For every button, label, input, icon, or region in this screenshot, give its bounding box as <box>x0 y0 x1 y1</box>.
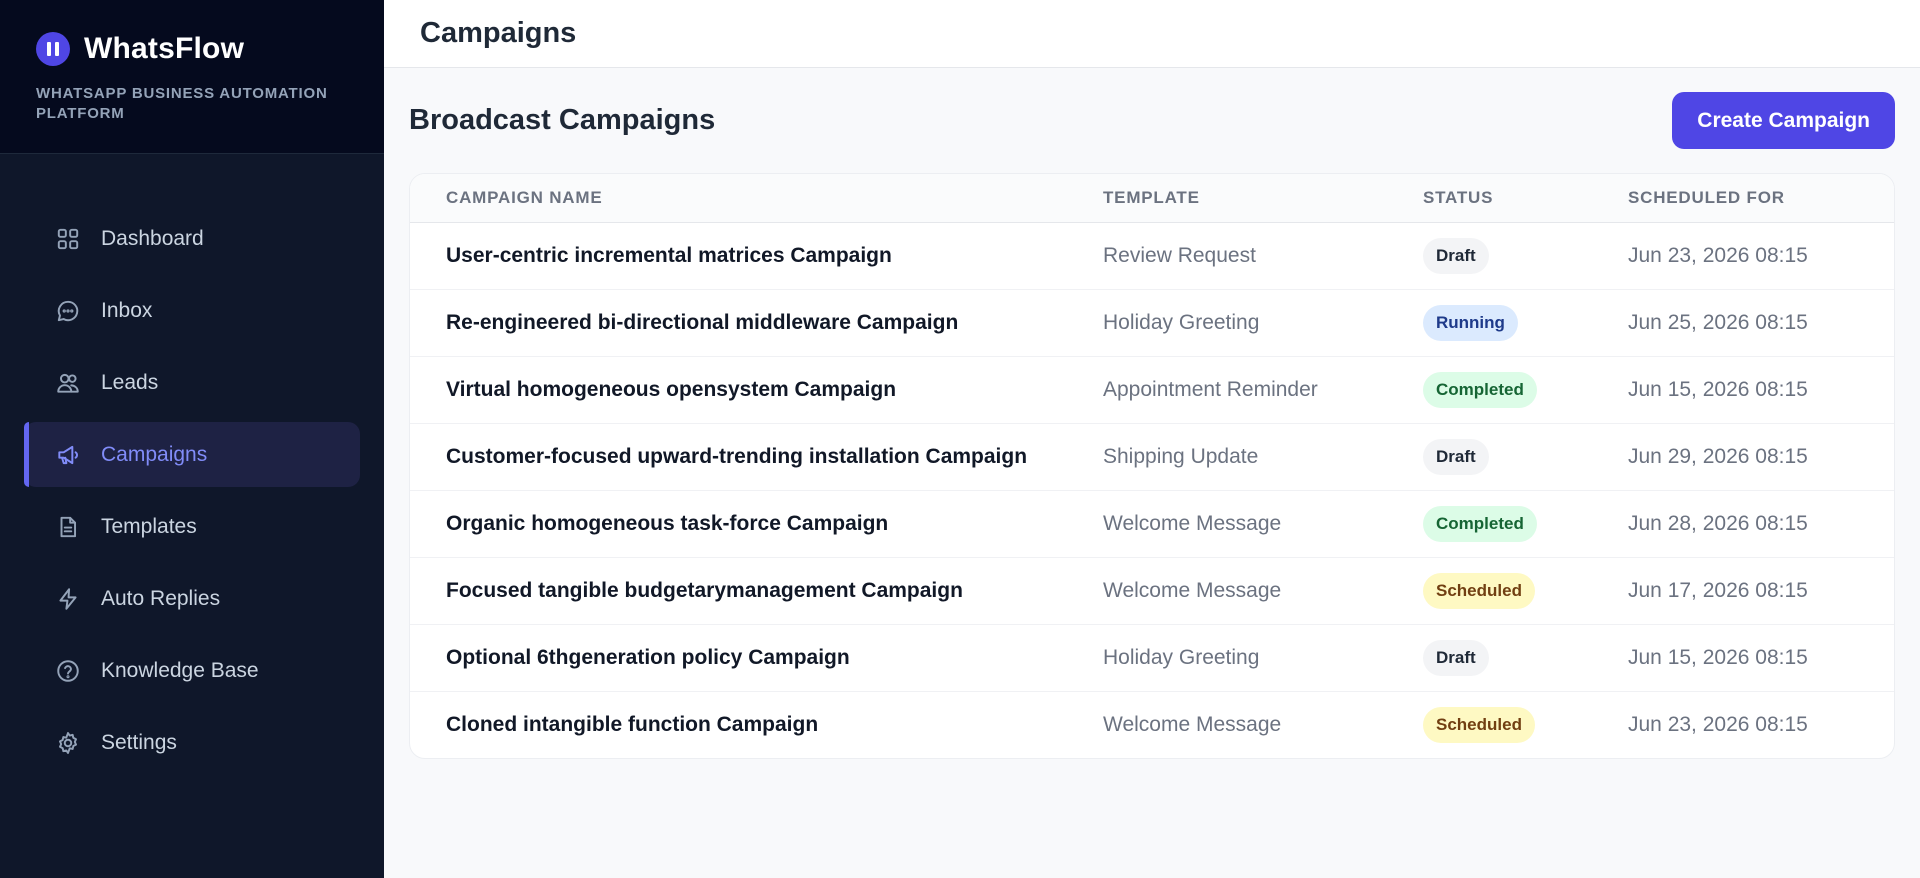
table-row[interactable]: Virtual homogeneous opensystem Campaign … <box>410 356 1894 423</box>
sidebar-item-label: Auto Replies <box>101 586 221 610</box>
campaign-scheduled: Jun 28, 2026 08:15 <box>1628 511 1808 535</box>
campaign-template: Appointment Reminder <box>1103 377 1318 401</box>
brand-subtitle: WHATSAPP BUSINESS AUTOMATION PLATFORM <box>36 85 328 122</box>
status-badge: Completed <box>1423 371 1537 408</box>
sidebar-item-settings[interactable]: Settings <box>24 710 360 775</box>
megaphone-icon <box>55 442 81 468</box>
sidebar-item-knowledge-base[interactable]: Knowledge Base <box>24 638 360 703</box>
column-header-scheduled-for[interactable]: SCHEDULED FOR <box>1628 174 1894 222</box>
campaign-name[interactable]: Customer-focused upward-trending install… <box>410 423 1103 490</box>
sidebar-item-label: Inbox <box>101 298 153 322</box>
sidebar-item-templates[interactable]: Templates <box>24 494 360 559</box>
campaign-name[interactable]: Virtual homogeneous opensystem Campaign <box>410 356 1103 423</box>
status-badge: Completed <box>1423 505 1537 542</box>
campaign-name[interactable]: Re-engineered bi-directional middleware … <box>410 289 1103 356</box>
document-icon <box>55 514 81 540</box>
grid-icon <box>55 226 81 252</box>
campaign-name[interactable]: Cloned intangible function Campaign <box>410 691 1103 758</box>
table-row[interactable]: Organic homogeneous task-force Campaign … <box>410 490 1894 557</box>
status-badge: Draft <box>1423 438 1489 475</box>
column-header-status[interactable]: STATUS <box>1423 174 1628 222</box>
campaign-scheduled: Jun 29, 2026 08:15 <box>1628 444 1808 468</box>
table-header-row: CAMPAIGN NAME TEMPLATE STATUS SCHEDULED … <box>410 174 1894 222</box>
campaign-scheduled: Jun 15, 2026 08:15 <box>1628 645 1808 669</box>
sidebar-item-auto-replies[interactable]: Auto Replies <box>24 566 360 631</box>
sidebar-item-label: Knowledge Base <box>101 658 259 682</box>
campaign-scheduled: Jun 23, 2026 08:15 <box>1628 243 1808 267</box>
campaign-template: Welcome Message <box>1103 578 1282 602</box>
table-row[interactable]: Customer-focused upward-trending install… <box>410 423 1894 490</box>
campaign-template: Welcome Message <box>1103 712 1282 736</box>
brand-header: WhatsFlow WHATSAPP BUSINESS AUTOMATION P… <box>0 0 384 154</box>
campaign-template: Holiday Greeting <box>1103 310 1260 334</box>
campaign-name[interactable]: Focused tangible budgetarymanagement Cam… <box>410 557 1103 624</box>
campaigns-table: CAMPAIGN NAME TEMPLATE STATUS SCHEDULED … <box>410 174 1894 758</box>
table-row[interactable]: Focused tangible budgetarymanagement Cam… <box>410 557 1894 624</box>
question-circle-icon <box>55 658 81 684</box>
status-badge: Scheduled <box>1423 706 1535 743</box>
sidebar: WhatsFlow WHATSAPP BUSINESS AUTOMATION P… <box>0 0 384 878</box>
users-icon <box>55 370 81 396</box>
sidebar-item-label: Leads <box>101 370 159 394</box>
campaign-template: Holiday Greeting <box>1103 645 1260 669</box>
main-area: Campaigns Broadcast Campaigns Create Cam… <box>384 0 1920 878</box>
chat-bubble-icon <box>55 298 81 324</box>
campaign-scheduled: Jun 23, 2026 08:15 <box>1628 712 1808 736</box>
create-campaign-button[interactable]: Create Campaign <box>1672 92 1895 149</box>
brand-logo-icon <box>36 32 70 66</box>
campaign-scheduled: Jun 17, 2026 08:15 <box>1628 578 1808 602</box>
sidebar-item-leads[interactable]: Leads <box>24 350 360 415</box>
campaign-template: Shipping Update <box>1103 444 1259 468</box>
campaign-name[interactable]: Optional 6thgeneration policy Campaign <box>410 624 1103 691</box>
sidebar-nav: Dashboard Inbox Leads Campaigns Template… <box>0 154 384 775</box>
sidebar-item-label: Templates <box>101 514 197 538</box>
table-row[interactable]: User-centric incremental matrices Campai… <box>410 222 1894 289</box>
sidebar-item-label: Settings <box>101 730 177 754</box>
campaign-scheduled: Jun 25, 2026 08:15 <box>1628 310 1808 334</box>
sidebar-item-label: Campaigns <box>101 442 208 466</box>
campaign-name[interactable]: User-centric incremental matrices Campai… <box>410 222 1103 289</box>
section-header: Broadcast Campaigns Create Campaign <box>409 92 1895 149</box>
status-badge: Draft <box>1423 237 1489 274</box>
lightning-icon <box>55 586 81 612</box>
column-header-campaign-name[interactable]: CAMPAIGN NAME <box>410 174 1103 222</box>
sidebar-item-label: Dashboard <box>101 226 204 250</box>
sidebar-item-inbox[interactable]: Inbox <box>24 278 360 343</box>
campaign-template: Welcome Message <box>1103 511 1282 535</box>
campaign-scheduled: Jun 15, 2026 08:15 <box>1628 377 1808 401</box>
page-title: Campaigns <box>420 17 577 49</box>
table-row[interactable]: Cloned intangible function Campaign Welc… <box>410 691 1894 758</box>
column-header-template[interactable]: TEMPLATE <box>1103 174 1423 222</box>
campaign-template: Review Request <box>1103 243 1256 267</box>
table-row[interactable]: Optional 6thgeneration policy Campaign H… <box>410 624 1894 691</box>
top-bar: Campaigns <box>384 0 1920 68</box>
content: Broadcast Campaigns Create Campaign CAMP… <box>384 68 1920 759</box>
campaigns-table-card: CAMPAIGN NAME TEMPLATE STATUS SCHEDULED … <box>409 173 1895 759</box>
status-badge: Scheduled <box>1423 572 1535 609</box>
status-badge: Running <box>1423 304 1518 341</box>
table-row[interactable]: Re-engineered bi-directional middleware … <box>410 289 1894 356</box>
sidebar-item-dashboard[interactable]: Dashboard <box>24 206 360 271</box>
campaign-name[interactable]: Organic homogeneous task-force Campaign <box>410 490 1103 557</box>
gear-icon <box>55 730 81 756</box>
brand-name: WhatsFlow <box>84 32 245 65</box>
sidebar-item-campaigns[interactable]: Campaigns <box>24 422 360 487</box>
section-title: Broadcast Campaigns <box>409 104 716 136</box>
status-badge: Draft <box>1423 639 1489 676</box>
